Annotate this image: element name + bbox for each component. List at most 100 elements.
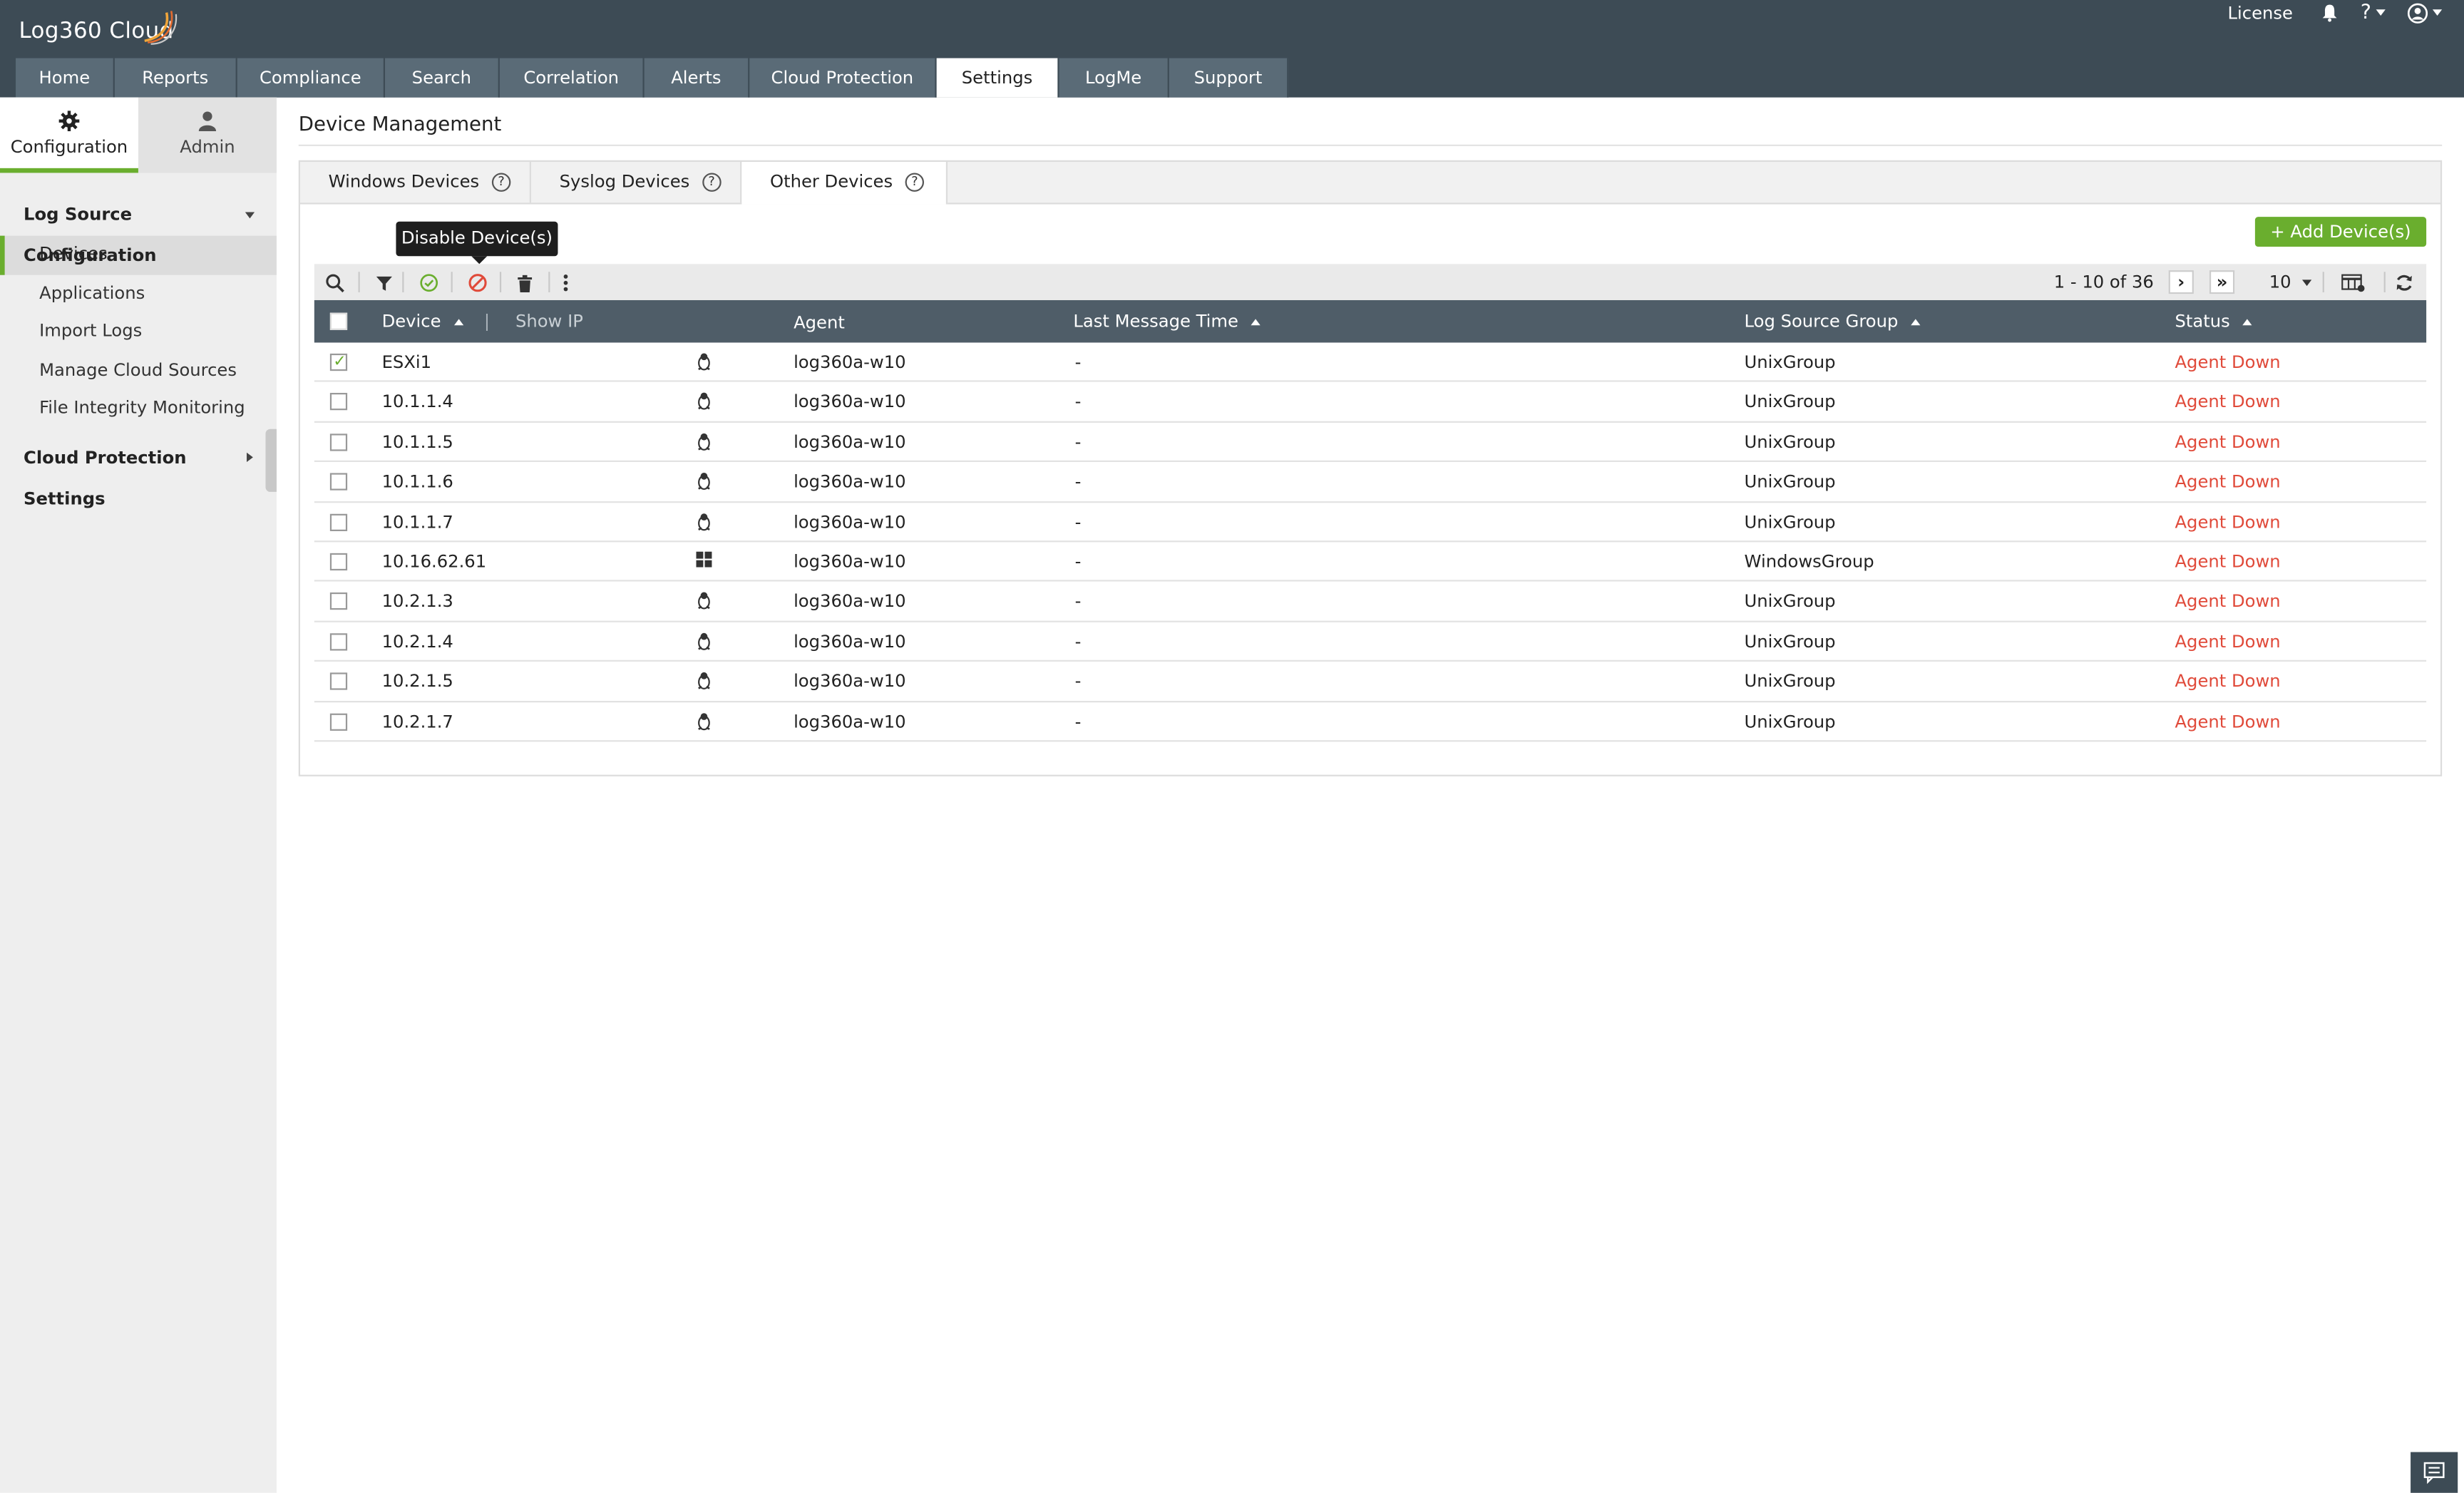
tab-settings[interactable]: Settings <box>936 58 1059 98</box>
tab-home[interactable]: Home <box>16 58 115 98</box>
table-row[interactable]: 10.1.1.5 log360a-w10 - UnixGroup Agent Down <box>314 422 2427 463</box>
cell-device: 10.2.1.7 <box>381 711 453 732</box>
page-size-select[interactable]: 10 <box>2269 272 2311 292</box>
next-page-button[interactable]: › <box>2168 270 2194 294</box>
tab-correlation[interactable]: Correlation <box>499 58 645 98</box>
cell-agent: log360a-w10 <box>794 431 906 453</box>
tab-alerts[interactable]: Alerts <box>644 58 750 98</box>
chat-icon <box>2423 1462 2445 1484</box>
cell-status[interactable]: Agent Down <box>2175 472 2280 493</box>
table-row[interactable]: 10.1.1.7 log360a-w10 - UnixGroup Agent Down <box>314 502 2427 543</box>
cell-status[interactable]: Agent Down <box>2175 432 2280 453</box>
column-chooser-icon[interactable] <box>2340 272 2365 294</box>
sort-asc-icon <box>1251 319 1261 326</box>
help-circle-icon[interactable]: ? <box>905 173 925 192</box>
tab-support[interactable]: Support <box>1169 58 1289 98</box>
sidebar-item-applications[interactable]: Applications <box>0 275 277 313</box>
table-row[interactable]: 10.2.1.4 log360a-w10 - UnixGroup Agent Down <box>314 622 2427 662</box>
row-checkbox[interactable] <box>329 712 348 731</box>
table-row[interactable]: 10.1.1.6 log360a-w10 - UnixGroup Agent Down <box>314 462 2427 503</box>
row-checkbox[interactable] <box>329 393 348 411</box>
more-vertical-icon[interactable] <box>555 272 577 294</box>
table-row[interactable]: 10.2.1.5 log360a-w10 - UnixGroup Agent Down <box>314 662 2427 702</box>
license-link[interactable]: License <box>2228 2 2293 23</box>
cell-status[interactable]: Agent Down <box>2175 512 2280 533</box>
user-menu[interactable] <box>2407 2 2443 23</box>
cell-status[interactable]: Agent Down <box>2175 392 2280 413</box>
last-page-button[interactable]: » <box>2209 270 2235 294</box>
sidebar-tabs: Configuration Admin <box>0 97 277 173</box>
linux-icon <box>696 592 712 610</box>
sidebar-item-import-logs[interactable]: Import Logs <box>0 313 277 352</box>
subtab-other-devices[interactable]: Other Devices? <box>741 162 948 205</box>
row-checkbox[interactable] <box>329 672 348 691</box>
column-header-device[interactable]: Device <box>382 311 463 332</box>
row-checkbox[interactable] <box>329 592 348 611</box>
row-checkbox[interactable] <box>329 473 348 491</box>
column-header-label: Last Message Time <box>1073 311 1238 332</box>
trash-icon[interactable] <box>514 272 536 294</box>
sidebar-tab-configuration[interactable]: Configuration <box>0 97 138 173</box>
cell-agent: log360a-w10 <box>794 511 906 533</box>
table-row[interactable]: ✓ ESXi1 log360a-w10 - UnixGroup Agent Down <box>314 342 2427 383</box>
sidebar-item-file-integrity-monitoring[interactable]: File Integrity Monitoring <box>0 390 277 429</box>
sidebar-item-manage-cloud-sources[interactable]: Manage Cloud Sources <box>0 352 277 390</box>
cell-log-source-group: UnixGroup <box>1744 591 1836 612</box>
row-checkbox[interactable] <box>329 553 348 571</box>
cell-status[interactable]: Agent Down <box>2175 632 2280 652</box>
sidebar-collapse-handle[interactable] <box>265 429 277 492</box>
sidebar-tab-admin[interactable]: Admin <box>138 97 277 173</box>
enable-check-circle-icon[interactable] <box>418 272 440 294</box>
cell-status[interactable]: Agent Down <box>2175 552 2280 573</box>
add-devices-button[interactable]: + Add Device(s) <box>2254 217 2427 247</box>
subtab-windows-devices[interactable]: Windows Devices? <box>300 162 531 203</box>
cell-status[interactable]: Agent Down <box>2175 352 2280 373</box>
help-menu[interactable]: ? <box>2361 1 2386 24</box>
help-circle-icon[interactable]: ? <box>491 173 511 192</box>
row-checkbox[interactable] <box>329 632 348 651</box>
filter-icon[interactable] <box>372 272 394 294</box>
table-row[interactable]: 10.1.1.4 log360a-w10 - UnixGroup Agent Down <box>314 382 2427 423</box>
cell-status[interactable]: Agent Down <box>2175 672 2280 692</box>
nav-section-cloud-protection-settings[interactable]: Cloud Protection Settings <box>0 438 277 508</box>
subtab-syslog-devices[interactable]: Syslog Devices? <box>531 162 742 203</box>
cell-device: 10.1.1.6 <box>381 471 453 493</box>
cell-status[interactable]: Agent Down <box>2175 712 2280 732</box>
column-header-label: Log Source Group <box>1744 311 1899 332</box>
column-header-last-message-time[interactable]: Last Message Time <box>1073 311 1261 332</box>
table-row[interactable]: 10.16.62.61 log360a-w10 - WindowsGroup Agent… <box>314 542 2427 583</box>
row-checkbox[interactable] <box>329 433 348 451</box>
show-ip-link[interactable]: Show IP <box>515 311 583 332</box>
cell-status[interactable]: Agent Down <box>2175 592 2280 612</box>
caret-right-icon <box>247 451 253 461</box>
column-header-status[interactable]: Status <box>2175 311 2252 332</box>
refresh-icon[interactable] <box>2393 272 2416 294</box>
tab-cloud-protection[interactable]: Cloud Protection <box>749 58 937 98</box>
tab-logme[interactable]: LogMe <box>1059 58 1169 98</box>
chat-button[interactable] <box>2411 1452 2458 1493</box>
nav-section-log-source-configuration[interactable]: Log Source Configuration <box>0 195 277 265</box>
row-checkbox[interactable]: ✓ <box>329 353 348 371</box>
cell-agent: log360a-w10 <box>794 352 906 373</box>
column-header-log-source-group[interactable]: Log Source Group <box>1745 311 1921 332</box>
disable-block-icon[interactable] <box>467 272 489 294</box>
tab-compliance[interactable]: Compliance <box>237 58 386 98</box>
tab-search[interactable]: Search <box>385 58 500 98</box>
search-icon[interactable] <box>324 272 346 294</box>
subtab-label: Other Devices <box>770 171 893 192</box>
cell-last-message-time: - <box>1074 471 1082 493</box>
select-all-checkbox[interactable] <box>329 312 348 330</box>
cell-last-message-time: - <box>1074 391 1082 413</box>
linux-icon <box>696 432 712 451</box>
linux-icon <box>696 512 712 530</box>
notification-bell-icon[interactable] <box>2321 3 2339 22</box>
tab-reports[interactable]: Reports <box>114 58 237 98</box>
row-checkbox[interactable] <box>329 513 348 531</box>
cell-device: 10.1.1.5 <box>381 431 453 453</box>
column-header-agent[interactable]: Agent <box>794 313 845 334</box>
table-row[interactable]: 10.2.1.7 log360a-w10 - UnixGroup Agent Down <box>314 702 2427 742</box>
table-row[interactable]: 10.2.1.3 log360a-w10 - UnixGroup Agent Down <box>314 582 2427 622</box>
help-circle-icon[interactable]: ? <box>702 173 722 192</box>
cell-log-source-group: UnixGroup <box>1744 431 1836 453</box>
cell-last-message-time: - <box>1074 631 1082 652</box>
